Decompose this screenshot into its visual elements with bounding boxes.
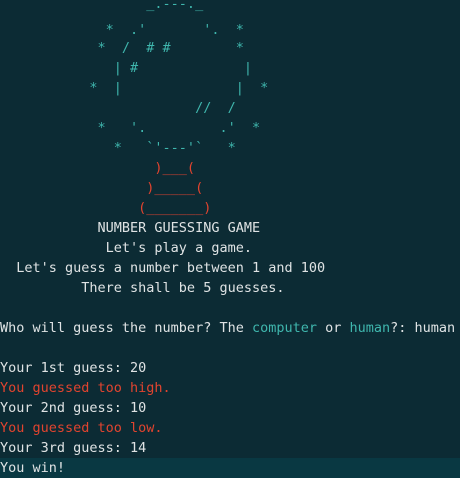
balloon-art-line-5: * | | *: [0, 80, 269, 96]
basket-art-line-3: (_______): [0, 200, 212, 216]
guess-line-2: Your 2nd guess: 10: [0, 400, 147, 416]
balloon-art-line-7: * '. .' *: [0, 120, 261, 136]
balloon-art-line-2: * .' '. *: [0, 22, 244, 38]
prompt-or: or: [317, 320, 350, 336]
banner-line-3: There shall be 5 guesses.: [0, 280, 285, 296]
prompt-answer: ?: human: [390, 320, 456, 336]
option-computer: computer: [251, 320, 317, 336]
option-human: human: [349, 320, 391, 336]
player-prompt: Who will guess the number? The computer …: [0, 318, 460, 338]
feedback-line-2: You guessed too low.: [0, 420, 163, 436]
balloon-art-line-6: // /: [0, 100, 236, 116]
banner-line-1: Let's play a game.: [0, 240, 252, 256]
result-line: You win!: [0, 458, 460, 478]
balloon-art-line-3: * / # # *: [0, 40, 244, 56]
terminal-window[interactable]: _.---._ * .' '. * * / # # * | # | * | | …: [0, 0, 460, 478]
balloon-art-line-1: _.---._: [0, 0, 204, 12]
balloon-art-line-4: | # |: [0, 60, 252, 76]
basket-art-line-1: )___(: [0, 160, 196, 176]
basket-art-line-2: )_____(: [0, 180, 204, 196]
prompt-prefix: Who will guess the number? The: [0, 320, 252, 336]
feedback-line-1: You guessed too high.: [0, 380, 171, 396]
banner-line-2: Let's guess a number between 1 and 100: [0, 260, 326, 276]
game-title: NUMBER GUESSING GAME: [0, 220, 261, 236]
guess-line-3: Your 3rd guess: 14: [0, 440, 147, 456]
guess-line-1: Your 1st guess: 20: [0, 360, 147, 376]
balloon-art-line-8: * `'---'` *: [0, 140, 236, 156]
